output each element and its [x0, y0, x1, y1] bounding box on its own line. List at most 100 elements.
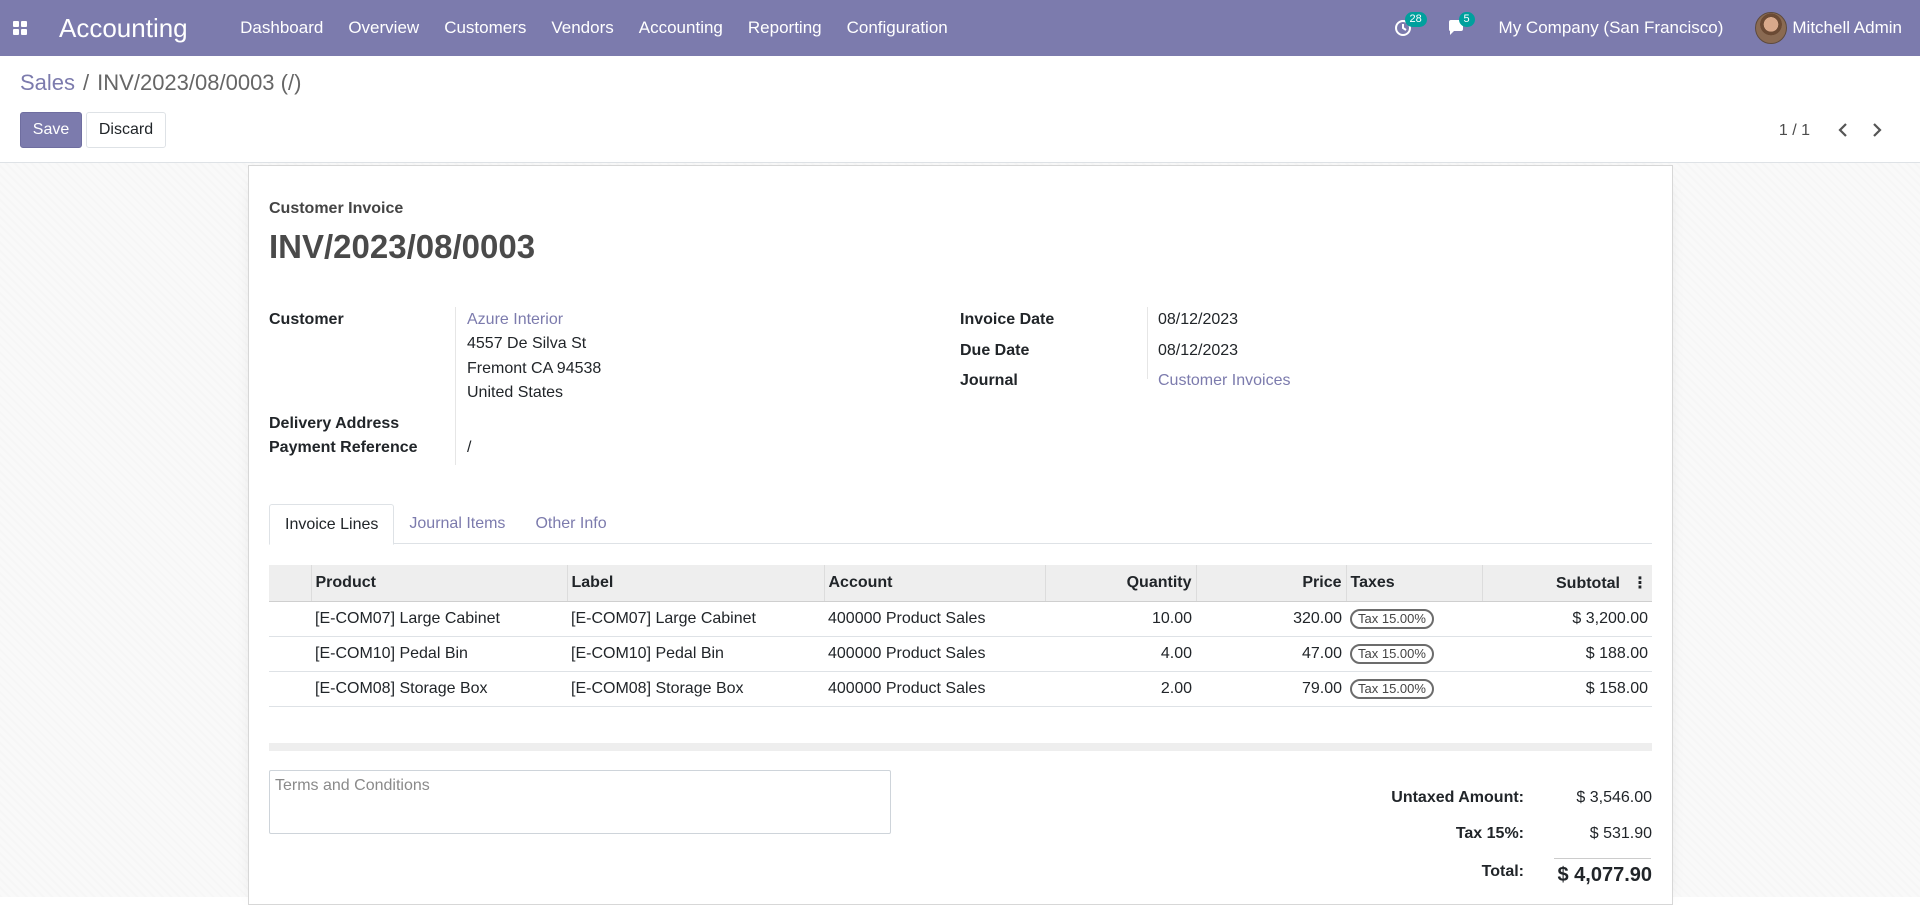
table-row[interactable]: [E-COM07] Large Cabinet [E-COM07] Large … [269, 600, 1652, 637]
save-button[interactable]: Save [20, 112, 82, 148]
tax-tag: Tax 15.00% [1350, 643, 1434, 664]
cell-account[interactable]: 400000 Product Sales [824, 670, 1045, 707]
cell-product[interactable]: [E-COM07] Large Cabinet [311, 600, 567, 637]
chevron-right-icon[interactable] [1867, 120, 1887, 140]
table-row[interactable]: [E-COM08] Storage Box [E-COM08] Storage … [269, 670, 1652, 707]
untaxed-amount-value: $ 3,546.00 [1576, 789, 1652, 806]
row-handle [269, 670, 311, 707]
due-date-label: Due Date [960, 342, 1030, 359]
column-header-subtotal[interactable]: Subtotal ⋮ [1481, 565, 1652, 602]
company-switcher[interactable]: My Company (San Francisco) [1499, 18, 1724, 38]
cell-taxes[interactable]: Tax 15.00% [1346, 670, 1482, 707]
top-navbar: Accounting Dashboard Overview Customers … [0, 0, 1920, 56]
totals-divider [1554, 858, 1651, 859]
apps-menu-icon[interactable] [0, 0, 40, 56]
avatar [1755, 12, 1788, 44]
customer-link[interactable]: Azure Interior [467, 311, 563, 329]
tab-invoice-lines[interactable]: Invoice Lines [269, 504, 395, 545]
discard-button[interactable]: Discard [86, 112, 166, 148]
column-header-product[interactable]: Product [310, 565, 567, 602]
cell-label[interactable]: [E-COM10] Pedal Bin [567, 635, 824, 672]
journal-label: Journal [960, 372, 1018, 389]
invoice-number-title: INV/2023/08/0003 [269, 228, 536, 265]
menu-configuration[interactable]: Configuration [834, 0, 960, 56]
row-handle [269, 635, 311, 672]
control-panel: Sales / INV/2023/08/0003 (/) Save Discar… [0, 56, 1920, 163]
column-header-quantity[interactable]: Quantity [1044, 565, 1196, 602]
notebook-tabs: Invoice Lines Journal Items Other Info [269, 504, 1652, 545]
invoice-form-sheet: Customer Invoice INV/2023/08/0003 Custom… [248, 165, 1673, 905]
invoice-date-label: Invoice Date [960, 311, 1055, 328]
cell-price[interactable]: 47.00 [1196, 635, 1346, 672]
delivery-address-label: Delivery Address [269, 415, 400, 432]
payment-reference-label: Payment Reference [269, 439, 418, 456]
handle-column-header [269, 565, 311, 602]
pager-value[interactable]: 1 / 1 [1779, 122, 1810, 140]
tab-journal-items[interactable]: Journal Items [394, 504, 520, 543]
address-line-1: 4557 De Silva St [467, 335, 587, 352]
table-footer-bar [269, 743, 1652, 751]
address-line-3: United States [467, 384, 564, 401]
menu-customers[interactable]: Customers [432, 0, 539, 56]
menu-vendors[interactable]: Vendors [539, 0, 626, 56]
cell-subtotal: $ 3,200.00 [1482, 600, 1652, 637]
cell-quantity[interactable]: 4.00 [1045, 635, 1196, 672]
activity-clock-icon[interactable]: 28 [1391, 12, 1427, 40]
messages-chat-icon[interactable]: 5 [1445, 12, 1475, 40]
document-type: Customer Invoice [269, 200, 404, 217]
chevron-left-icon[interactable] [1833, 120, 1853, 140]
app-name[interactable]: Accounting [59, 13, 188, 44]
breadcrumb: Sales / INV/2023/08/0003 (/) [20, 70, 301, 96]
tax-value: $ 531.90 [1589, 825, 1652, 842]
tax-tag: Tax 15.00% [1350, 608, 1434, 629]
cell-label[interactable]: [E-COM08] Storage Box [567, 670, 824, 707]
navbar-systray: 28 5 My Company (San Francisco) Mitchell… [1391, 0, 1920, 56]
breadcrumb-separator: / [83, 70, 90, 95]
cell-price[interactable]: 79.00 [1196, 670, 1346, 707]
cell-label[interactable]: [E-COM07] Large Cabinet [567, 600, 824, 637]
invoice-lines-table: Product Label Account Quantity Price Tax… [269, 565, 1652, 707]
cell-quantity[interactable]: 2.00 [1045, 670, 1196, 707]
breadcrumb-sales-link[interactable]: Sales [20, 70, 75, 96]
main-menu: Dashboard Overview Customers Vendors Acc… [228, 0, 961, 56]
cell-taxes[interactable]: Tax 15.00% [1346, 635, 1482, 672]
column-header-price[interactable]: Price [1195, 565, 1346, 602]
optional-columns-icon[interactable]: ⋮ [1632, 573, 1648, 593]
address-line-2: Fremont CA 94538 [467, 360, 602, 377]
user-menu[interactable]: Mitchell Admin [1755, 12, 1902, 44]
tab-other-info[interactable]: Other Info [520, 504, 621, 543]
payment-reference-field[interactable]: / [467, 439, 471, 457]
untaxed-amount-label: Untaxed Amount: [1391, 789, 1524, 806]
invoice-date-field[interactable]: 08/12/2023 [1158, 311, 1238, 329]
terms-and-conditions-field[interactable]: Terms and Conditions [269, 770, 891, 834]
due-date-field[interactable]: 08/12/2023 [1158, 342, 1238, 360]
menu-overview[interactable]: Overview [336, 0, 432, 56]
cell-subtotal: $ 158.00 [1482, 670, 1652, 707]
cell-taxes[interactable]: Tax 15.00% [1346, 600, 1482, 637]
cell-account[interactable]: 400000 Product Sales [824, 600, 1045, 637]
cell-quantity[interactable]: 10.00 [1045, 600, 1196, 637]
cell-price[interactable]: 320.00 [1196, 600, 1346, 637]
menu-dashboard[interactable]: Dashboard [228, 0, 336, 56]
cell-account[interactable]: 400000 Product Sales [824, 635, 1045, 672]
cell-product[interactable]: [E-COM08] Storage Box [311, 670, 567, 707]
table-header-row: Product Label Account Quantity Price Tax… [269, 565, 1652, 602]
user-name: Mitchell Admin [1792, 18, 1902, 37]
column-header-taxes[interactable]: Taxes [1345, 565, 1482, 602]
field-divider [1147, 307, 1148, 379]
tax-label: Tax 15%: [1455, 825, 1524, 842]
journal-link[interactable]: Customer Invoices [1158, 372, 1291, 390]
column-header-subtotal-label: Subtotal [1556, 574, 1620, 592]
column-header-account[interactable]: Account [823, 565, 1045, 602]
total-label: Total: [1481, 863, 1524, 880]
menu-accounting[interactable]: Accounting [626, 0, 735, 56]
column-header-label[interactable]: Label [566, 565, 824, 602]
cell-product[interactable]: [E-COM10] Pedal Bin [311, 635, 567, 672]
table-row[interactable]: [E-COM10] Pedal Bin [E-COM10] Pedal Bin … [269, 635, 1652, 672]
customer-label: Customer [269, 311, 344, 328]
menu-reporting[interactable]: Reporting [735, 0, 834, 56]
breadcrumb-current: INV/2023/08/0003 (/) [97, 70, 302, 95]
field-divider [455, 307, 456, 465]
activity-badge: 28 [1404, 12, 1427, 27]
cell-subtotal: $ 188.00 [1482, 635, 1652, 672]
